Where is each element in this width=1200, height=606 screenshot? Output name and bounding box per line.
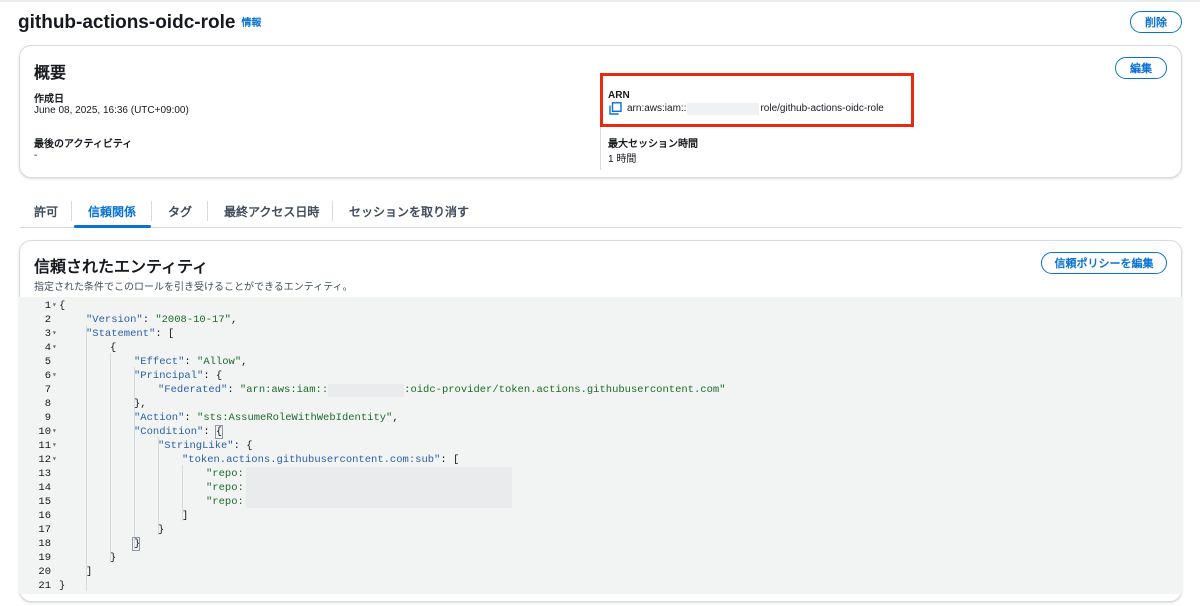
code-line-7: "Federated": "arn:aws:iam:::oidc-provide…	[158, 384, 726, 396]
line-number: 17	[38, 524, 51, 536]
line-number: 15	[38, 496, 51, 508]
bracket-match-highlight	[132, 537, 140, 551]
code-line-1: {	[59, 300, 66, 312]
code-line-12: "token.actions.githubusercontent.com:sub…	[182, 454, 460, 466]
tab-trust-relationships[interactable]: 信頼関係	[88, 198, 136, 225]
indent-guide	[134, 367, 135, 549]
info-link[interactable]: 情報	[241, 18, 261, 29]
arn-highlight-box	[600, 73, 914, 127]
tab-last-accessed[interactable]: 最終アクセス日時	[224, 198, 319, 225]
code-line-6: "Principal": {	[134, 370, 223, 382]
line-number: 2	[44, 314, 51, 326]
trust-policy-editor[interactable]: 1 ▾ 2 3 ▾ 4 ▾ 5 6 ▾ 7 8 9 10 ▾ 11 ▾ 12 ▾ 13 14 15 16 17 18 19 20 21…	[19, 297, 1182, 594]
fold-toggle-icon[interactable]: ▾	[52, 341, 57, 355]
delete-button[interactable]: 削除	[1130, 11, 1182, 33]
tab-separator	[332, 201, 333, 221]
iam-role-page: github-actions-oidc-role 情報 削除 概要 編集 作成日 …	[0, 0, 1200, 606]
role-name: github-actions-oidc-role	[18, 12, 236, 33]
indent-guide	[86, 325, 87, 591]
line-number: 4	[44, 342, 51, 354]
tab-separator	[71, 201, 72, 221]
line-number: 8	[44, 398, 51, 410]
fold-toggle-icon[interactable]: ▾	[52, 439, 57, 453]
fold-toggle-icon[interactable]: ▾	[52, 369, 57, 383]
created-label: 作成日	[34, 94, 64, 105]
fold-toggle-icon[interactable]: ▾	[52, 299, 57, 313]
last-activity-value: -	[34, 150, 38, 161]
edit-trust-policy-button[interactable]: 信頼ポリシーを編集	[1041, 252, 1167, 274]
created-value: June 08, 2025, 16:36 (UTC+09:00)	[34, 105, 189, 116]
tab-permissions[interactable]: 許可	[34, 198, 58, 225]
code-line-5: "Effect": "Allow",	[134, 356, 248, 368]
code-line-16: ]	[182, 510, 189, 522]
tab-revoke-sessions[interactable]: セッションを取り消す	[349, 198, 469, 225]
line-number: 10	[38, 426, 51, 438]
top-border	[0, 0, 1200, 2]
line-number: 13	[38, 468, 51, 480]
code-line-17: }	[158, 524, 165, 536]
line-number: 12	[38, 454, 51, 466]
bracket-match-highlight	[215, 425, 223, 439]
code-line-20: ]	[86, 566, 93, 578]
code-line-10: "Condition": {	[134, 426, 223, 438]
code-line-14: "repo:	[206, 482, 244, 494]
edit-button[interactable]: 編集	[1115, 57, 1167, 79]
line-number: 11	[38, 440, 51, 452]
tab-bar: 許可 信頼関係 タグ 最終アクセス日時 セッションを取り消す	[20, 198, 1182, 228]
trusted-entities-title: 信頼されたエンティティ	[34, 259, 209, 276]
line-number: 14	[38, 482, 51, 494]
line-number: 16	[38, 510, 51, 522]
fold-toggle-icon[interactable]: ▾	[52, 453, 57, 467]
line-number: 19	[38, 552, 51, 564]
last-activity-label: 最後のアクティビティ	[34, 139, 133, 150]
line-number: 7	[44, 384, 51, 396]
line-number: 20	[38, 566, 51, 578]
code-line-3: "Statement": [	[86, 328, 175, 340]
summary-title: 概要	[34, 65, 67, 82]
code-line-21: }	[59, 580, 66, 592]
fold-toggle-icon[interactable]: ▾	[52, 425, 57, 439]
tab-tags[interactable]: タグ	[168, 198, 192, 225]
code-line-4: {	[110, 342, 117, 354]
line-number: 6	[44, 370, 51, 382]
fold-toggle-icon[interactable]: ▾	[52, 327, 57, 341]
tab-separator	[207, 201, 208, 221]
code-line-9: "Action": "sts:AssumeRoleWithWebIdentity…	[134, 412, 399, 424]
page-title: github-actions-oidc-role 情報	[18, 12, 261, 34]
code-line-15: "repo:	[206, 496, 244, 508]
line-number: 18	[38, 538, 51, 550]
trusted-entities-subtitle: 指定された条件でこのロールを引き受けることができるエンティティ。	[34, 282, 353, 293]
code-line-8: },	[134, 398, 147, 410]
line-number: 1	[44, 300, 51, 312]
code-line-19: }	[110, 552, 117, 564]
code-line-2: "Version": "2008-10-17",	[86, 314, 238, 326]
line-number: 5	[44, 356, 51, 368]
redacted-account-id	[328, 384, 404, 397]
code-line-13: "repo:	[206, 468, 244, 480]
active-tab-indicator	[74, 225, 151, 228]
max-session-label: 最大セッション時間	[608, 139, 698, 150]
max-session-value: 1 時間	[608, 154, 637, 165]
line-number: 9	[44, 412, 51, 424]
tab-separator	[151, 201, 152, 221]
line-number: 21	[38, 580, 51, 592]
code-line-11: "StringLike": {	[158, 440, 253, 452]
line-number: 3	[44, 328, 51, 340]
redacted-repo-list	[246, 467, 512, 508]
indent-guide	[110, 353, 111, 563]
